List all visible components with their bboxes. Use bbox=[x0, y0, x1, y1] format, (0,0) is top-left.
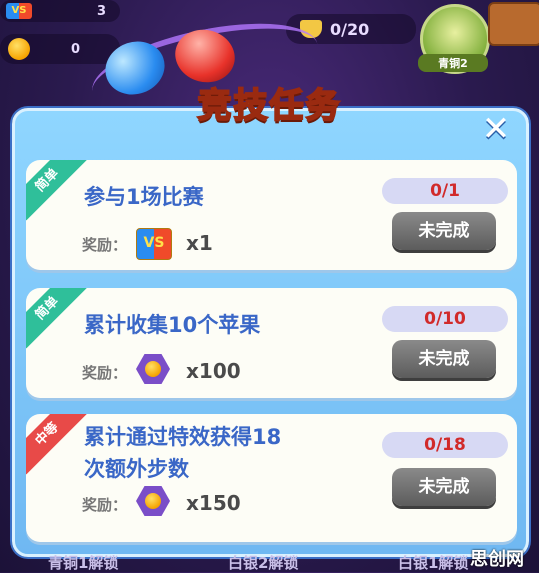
rank-label: 青铜2 bbox=[418, 54, 488, 72]
progress-bar: 0/10 bbox=[382, 306, 508, 332]
dialog-title: 竞技任务 bbox=[197, 85, 342, 127]
difficulty-ribbon: 简单 bbox=[26, 288, 88, 349]
difficulty-ribbon: 简单 bbox=[26, 160, 88, 221]
apple-counter: 0 bbox=[0, 34, 120, 64]
difficulty-ribbon: 中等 bbox=[26, 414, 88, 475]
unlock-label: 白银1解锁 bbox=[398, 554, 469, 572]
close-button[interactable]: ✕ bbox=[476, 110, 516, 150]
treasure-chest-icon[interactable] bbox=[488, 2, 539, 46]
status-button[interactable]: 未完成 bbox=[392, 340, 496, 378]
task-title-line-2: 次额外步数 bbox=[84, 457, 189, 481]
task-title: 累计收集10个苹果 bbox=[84, 313, 261, 337]
progress-bar: 0/1 bbox=[382, 178, 508, 204]
task-card: 中等 累计通过特效获得18 次额外步数 奖励： x150 0/18 未完成 bbox=[26, 414, 517, 542]
task-card: 简单 参与1场比赛 奖励： VS x1 0/1 未完成 bbox=[26, 160, 517, 270]
apple-count: 0 bbox=[70, 41, 80, 57]
task-card: 简单 累计收集10个苹果 奖励： x100 0/10 未完成 bbox=[26, 288, 517, 398]
status-button[interactable]: 未完成 bbox=[392, 212, 496, 250]
unlock-label: 白银2解锁 bbox=[228, 554, 299, 572]
unlock-label: 青铜1解锁 bbox=[48, 554, 119, 572]
status-button[interactable]: 未完成 bbox=[392, 468, 496, 506]
vs-counter: VS 3 bbox=[0, 0, 120, 22]
watermark: 思创网 bbox=[470, 549, 524, 570]
apple-icon bbox=[145, 361, 161, 377]
apple-hexagon-icon bbox=[136, 486, 170, 516]
apple-icon bbox=[8, 38, 30, 60]
reward-quantity: x100 bbox=[186, 359, 241, 383]
reward-quantity: x150 bbox=[186, 491, 241, 515]
vs-ticket-icon: VS bbox=[136, 228, 172, 260]
vs-icon: VS bbox=[6, 3, 32, 19]
task-title: 累计通过特效获得18 bbox=[84, 425, 282, 449]
reward-quantity: x1 bbox=[186, 231, 213, 255]
progress-bar: 0/18 bbox=[382, 432, 508, 458]
apple-icon bbox=[145, 493, 161, 509]
apple-hexagon-icon bbox=[136, 354, 170, 384]
reward-label: 奖励： bbox=[82, 496, 128, 514]
vs-count: 3 bbox=[96, 3, 106, 19]
task-title: 参与1场比赛 bbox=[84, 185, 204, 209]
trophy-progress-text: 0/20 bbox=[330, 19, 370, 39]
reward-label: 奖励： bbox=[82, 236, 128, 254]
reward-label: 奖励： bbox=[82, 364, 128, 382]
